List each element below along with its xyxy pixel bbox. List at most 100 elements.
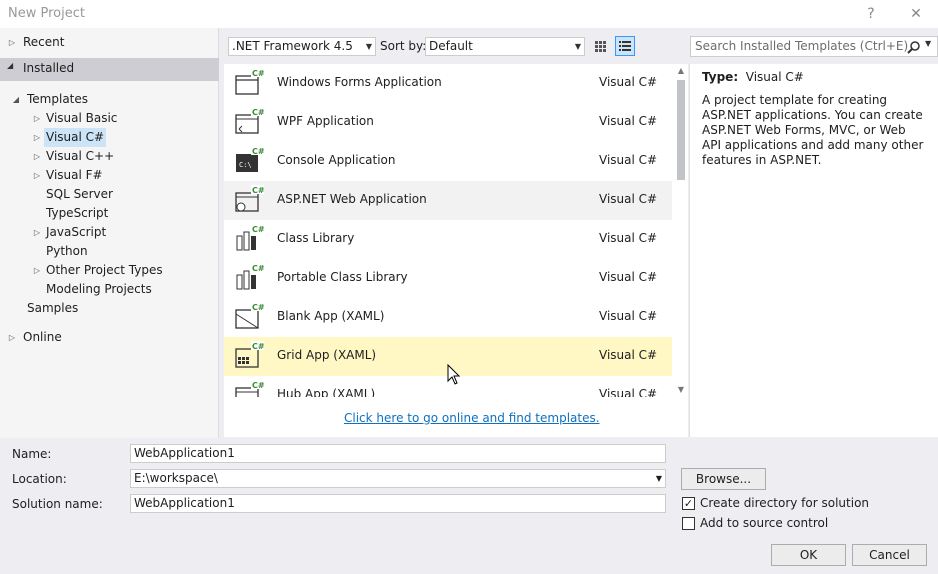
template-toolbar: .NET Framework 4.5 ▼ Sort by: Default ▼ … [220, 28, 938, 63]
search-icon[interactable] [907, 40, 921, 54]
expand-arrow-icon[interactable]: ▷ [32, 147, 42, 166]
nav-item-label: Python [46, 244, 88, 258]
chevron-down-icon: ▼ [574, 42, 581, 51]
template-language: Visual C# [599, 387, 658, 397]
solution-name-value: WebApplication1 [134, 496, 235, 510]
sort-value: Default [429, 39, 473, 53]
expand-arrow-icon[interactable]: ▷ [32, 109, 42, 128]
name-label: Name: [12, 447, 52, 461]
framework-dropdown[interactable]: .NET Framework 4.5 ▼ [228, 37, 376, 56]
scroll-down-icon[interactable]: ▼ [674, 383, 688, 397]
collapse-arrow-icon[interactable]: ◢ [11, 90, 21, 109]
template-row[interactable]: C# Portable Class Library Visual C# [224, 259, 672, 298]
search-input[interactable]: Search Installed Templates (Ctrl+E) [695, 39, 908, 53]
svg-text:C#: C# [252, 381, 264, 390]
type-value: Visual C# [745, 70, 804, 84]
template-language: Visual C# [599, 231, 658, 245]
nav-item-visual-c[interactable]: ▷ Visual C# [0, 128, 219, 147]
template-language: Visual C# [599, 75, 658, 89]
ok-button[interactable]: OK [771, 544, 846, 566]
nav-item-typescript[interactable]: TypeScript [0, 204, 219, 223]
nav-item-visual-f[interactable]: ▷ Visual F# [0, 166, 219, 185]
online-templates-link[interactable]: Click here to go online and find templat… [344, 411, 600, 425]
nav-item-modeling-projects[interactable]: Modeling Projects [0, 280, 219, 299]
list-view-button[interactable] [615, 36, 635, 56]
chevron-down-icon: ▼ [365, 42, 372, 51]
svg-text:C#: C# [252, 264, 264, 273]
nav-item-sql-server[interactable]: SQL Server [0, 185, 219, 204]
location-field[interactable]: E:\workspace\ ▼ [130, 469, 666, 488]
hub-app-icon: C# [234, 380, 265, 397]
help-button[interactable]: ? [861, 4, 881, 24]
search-templates-box[interactable]: Search Installed Templates (Ctrl+E) ▼ [690, 36, 938, 57]
template-language: Visual C# [599, 114, 658, 128]
expand-arrow-icon[interactable]: ▷ [32, 261, 42, 280]
nav-samples[interactable]: Samples [0, 299, 219, 318]
nav-item-label: Visual Basic [46, 111, 118, 125]
expand-arrow-icon[interactable]: ▷ [7, 328, 17, 347]
name-field[interactable]: WebApplication1 [130, 444, 666, 463]
template-list-scrollbar[interactable]: ▲ ▼ [674, 64, 688, 397]
nav-online[interactable]: ▷ Online [0, 328, 219, 347]
template-row[interactable]: C:\ C# Console Application Visual C# [224, 142, 672, 181]
template-name: Console Application [277, 153, 396, 167]
solution-name-field[interactable]: WebApplication1 [130, 494, 666, 513]
svg-text:C#: C# [252, 108, 264, 117]
scroll-up-icon[interactable]: ▲ [674, 64, 688, 78]
nav-templates-label: Templates [27, 92, 89, 106]
nav-item-javascript[interactable]: ▷ JavaScript [0, 223, 219, 242]
mouse-cursor-icon [447, 364, 461, 385]
nav-item-visual-basic[interactable]: ▷ Visual Basic [0, 109, 219, 128]
nav-recent[interactable]: ▷ Recent [0, 33, 219, 52]
portable-library-icon: C# [234, 263, 265, 291]
svg-text:C#: C# [252, 303, 264, 312]
template-language: Visual C# [599, 309, 658, 323]
template-name: Blank App (XAML) [277, 309, 385, 323]
scrollbar-thumb[interactable] [677, 80, 685, 180]
source-control-checkbox[interactable] [682, 517, 695, 530]
template-language: Visual C# [599, 153, 658, 167]
template-row[interactable]: C# WPF Application Visual C# [224, 103, 672, 142]
template-description: A project template for creating ASP.NET … [702, 93, 924, 167]
nav-item-label: JavaScript [46, 225, 107, 239]
create-directory-label: Create directory for solution [700, 496, 870, 510]
sort-dropdown[interactable]: Default ▼ [425, 37, 585, 56]
nav-item-other-project-types[interactable]: ▷ Other Project Types [0, 261, 219, 280]
nav-item-label: SQL Server [46, 187, 113, 201]
nav-item-label: Other Project Types [46, 263, 163, 277]
close-button[interactable]: ✕ [906, 4, 926, 24]
svg-text:C#: C# [252, 186, 264, 195]
template-tree: ▷ Recent ◢ Installed ◢ Templates ▷ Visual… [0, 28, 219, 438]
template-details: Type: Visual C# A project template for c… [689, 64, 938, 437]
template-row[interactable]: C# ASP.NET Web Application Visual C# [224, 181, 672, 220]
collapse-arrow-icon[interactable]: ◢ [7, 61, 13, 70]
cancel-button[interactable]: Cancel [852, 544, 927, 566]
nav-online-label: Online [23, 330, 62, 344]
chevron-down-icon[interactable]: ▼ [925, 39, 931, 48]
template-row[interactable]: C# Blank App (XAML) Visual C# [224, 298, 672, 337]
winforms-icon: C# [234, 68, 265, 96]
chevron-down-icon[interactable]: ▼ [656, 470, 662, 487]
expand-arrow-icon[interactable]: ▷ [32, 128, 42, 147]
nav-templates[interactable]: ◢ Templates [0, 90, 219, 109]
expand-arrow-icon[interactable]: ▷ [7, 33, 17, 52]
svg-text:C#: C# [252, 342, 264, 351]
template-row[interactable]: C# Windows Forms Application Visual C# [224, 64, 672, 103]
expand-arrow-icon[interactable]: ▷ [32, 166, 42, 185]
template-language: Visual C# [599, 192, 658, 206]
svg-text:C:\: C:\ [239, 161, 252, 169]
template-language: Visual C# [599, 270, 658, 284]
framework-value: .NET Framework 4.5 [232, 39, 353, 53]
browse-button[interactable]: Browse... [681, 468, 766, 490]
template-row[interactable]: C# Class Library Visual C# [224, 220, 672, 259]
location-value: E:\workspace\ [134, 471, 218, 485]
template-name: Hub App (XAML) [277, 387, 376, 397]
expand-arrow-icon[interactable]: ▷ [32, 223, 42, 242]
nav-item-python[interactable]: Python [0, 242, 219, 261]
template-name: ASP.NET Web Application [277, 192, 427, 206]
create-directory-checkbox[interactable]: ✓ [682, 497, 695, 510]
nav-installed[interactable]: ◢ Installed [0, 58, 219, 81]
svg-text:C#: C# [252, 69, 264, 78]
small-icons-view-button[interactable] [590, 36, 610, 56]
nav-item-visual-c[interactable]: ▷ Visual C++ [0, 147, 219, 166]
